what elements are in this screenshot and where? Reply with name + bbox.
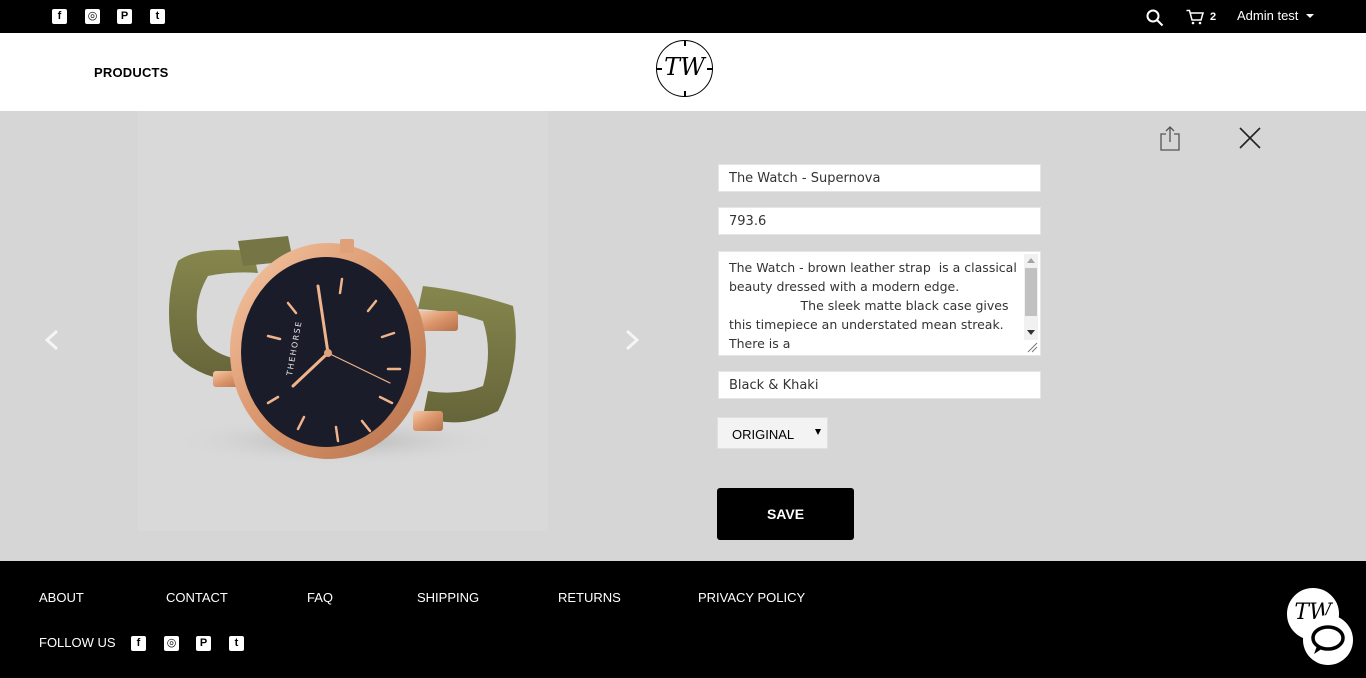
user-menu[interactable]: Admin test: [1237, 8, 1298, 23]
product-type-select[interactable]: ORIGINAL: [717, 417, 828, 449]
description-text: The Watch - brown leather strap is a cla…: [729, 260, 1017, 351]
pinterest-icon[interactable]: P: [117, 9, 132, 24]
footer-link-about[interactable]: ABOUT: [39, 590, 84, 605]
chevron-down-icon[interactable]: [1306, 14, 1314, 18]
facebook-icon[interactable]: f: [52, 9, 67, 24]
prev-image-arrow-icon[interactable]: [42, 329, 62, 351]
dropdown-arrow-icon: [815, 429, 821, 435]
facebook-icon[interactable]: f: [131, 636, 146, 651]
resize-handle-icon[interactable]: [1026, 341, 1038, 353]
scroll-down-icon[interactable]: [1027, 330, 1035, 335]
site-footer: ABOUT CONTACT FAQ SHIPPING RETURNS PRIVA…: [0, 561, 1366, 678]
twitter-icon[interactable]: t: [150, 9, 165, 24]
follow-us-label: FOLLOW US: [39, 635, 116, 650]
logo-text: TW: [664, 53, 705, 81]
site-logo[interactable]: TW: [656, 40, 713, 97]
chat-bubble-icon: [1311, 625, 1345, 654]
instagram-icon[interactable]: ◎: [164, 636, 179, 651]
product-image: THEHORSE: [138, 111, 548, 531]
footer-link-shipping[interactable]: SHIPPING: [417, 590, 479, 605]
nav-products[interactable]: PRODUCTS: [94, 65, 169, 80]
pinterest-icon[interactable]: P: [196, 636, 211, 651]
product-name-field[interactable]: The Watch - Supernova: [718, 164, 1041, 192]
watch-image: THEHORSE: [168, 236, 516, 466]
product-editor: THEHORSE The Watch - Supernova 793.6 The…: [0, 111, 1366, 561]
product-color-field[interactable]: Black & Khaki: [718, 371, 1041, 399]
footer-link-privacy-policy[interactable]: PRIVACY POLICY: [698, 590, 805, 605]
cart-icon[interactable]: [1186, 9, 1204, 25]
search-icon[interactable]: [1146, 9, 1164, 27]
share-icon[interactable]: [1160, 125, 1180, 151]
footer-link-faq[interactable]: FAQ: [307, 590, 333, 605]
scroll-up-icon[interactable]: [1027, 258, 1035, 263]
instagram-icon[interactable]: ◎: [85, 9, 100, 24]
site-header: PRODUCTS TW: [0, 33, 1366, 111]
logo-tick: [657, 68, 662, 70]
logo-tick: [684, 91, 686, 96]
logo-tick: [684, 41, 686, 46]
footer-link-returns[interactable]: RETURNS: [558, 590, 621, 605]
close-icon[interactable]: [1238, 126, 1262, 150]
select-value: ORIGINAL: [732, 427, 795, 442]
scroll-thumb[interactable]: [1025, 268, 1037, 316]
next-image-arrow-icon[interactable]: [622, 329, 642, 351]
description-scrollbar[interactable]: [1024, 254, 1038, 340]
save-button[interactable]: SAVE: [717, 488, 854, 540]
twitter-icon[interactable]: t: [229, 636, 244, 651]
chat-button[interactable]: [1303, 615, 1353, 665]
product-price-field[interactable]: 793.6: [718, 207, 1041, 235]
cart-count-badge: 2: [1210, 11, 1217, 23]
product-description-field[interactable]: The Watch - brown leather strap is a cla…: [718, 251, 1041, 356]
logo-tick: [707, 68, 712, 70]
top-bar: f ◎ P t 2 Admin test: [0, 0, 1366, 33]
footer-link-contact[interactable]: CONTACT: [166, 590, 228, 605]
